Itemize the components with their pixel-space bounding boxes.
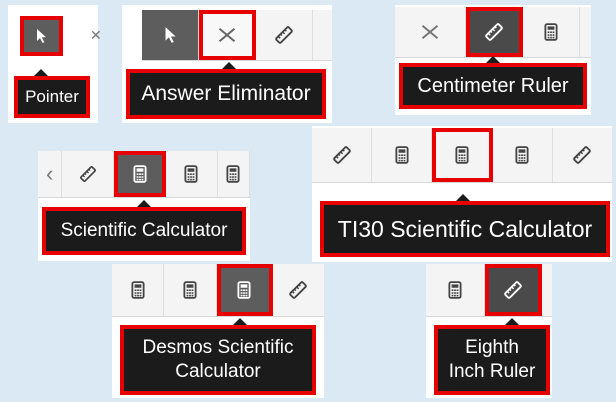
toolbar [395, 7, 591, 58]
calculator-icon [235, 281, 253, 299]
calculator-icon [393, 146, 411, 164]
toolbar [426, 264, 552, 317]
calculator-icon [129, 281, 147, 299]
centimeter-panel: Centimeter Ruler [395, 5, 591, 115]
eighth-tooltip: Eighth Inch Ruler [434, 325, 550, 395]
ti30-panel: TI30 Scientific Calculator [312, 126, 612, 262]
eliminator-panel: Answer Eliminator [122, 5, 332, 123]
ti30-tooltip: TI30 Scientific Calculator [320, 201, 610, 257]
calculator-icon [131, 165, 149, 183]
eighth-tooltip-line1: Eighth [465, 337, 519, 359]
ti30-tooltip-text: TI30 Scientific Calculator [337, 215, 593, 242]
calculator-icon [513, 146, 531, 164]
ruler-icon [484, 22, 504, 42]
calculator-button[interactable] [523, 7, 580, 57]
toolbar [312, 128, 612, 183]
partial-arrow: ‹ [38, 151, 63, 197]
toolbar: ✕ [8, 13, 102, 59]
calculator-button[interactable] [372, 128, 433, 182]
close-icon [217, 25, 237, 45]
calculator-button[interactable] [426, 264, 485, 316]
ruler-button[interactable] [273, 264, 324, 316]
ruler-icon [288, 280, 308, 300]
pointer-button[interactable] [20, 16, 63, 56]
ruler-icon [503, 280, 523, 300]
centimeter-tooltip-text: Centimeter Ruler [417, 74, 569, 97]
toolbar [112, 264, 324, 317]
scientific-panel: ‹ Scientific Calculator [38, 151, 251, 261]
calculator-icon [542, 23, 560, 41]
calculator-icon [446, 281, 464, 299]
partial-close-icon: ✕ [90, 27, 102, 43]
calculator-icon [182, 165, 200, 183]
calculator-button[interactable] [166, 151, 218, 197]
scientific-tooltip: Scientific Calculator [42, 207, 246, 255]
desmos-tooltip: Desmos Scientific Calculator [120, 325, 316, 395]
pointer-icon [161, 26, 179, 44]
close-icon [420, 22, 440, 42]
ruler-button[interactable] [256, 10, 313, 60]
pointer-tooltip-text: Pointer [25, 87, 79, 107]
ti30-calculator-button[interactable] [432, 128, 493, 182]
desmos-calculator-button[interactable] [216, 264, 273, 316]
pointer-icon [33, 28, 49, 44]
pointer-button[interactable] [142, 10, 199, 60]
ruler-icon [332, 145, 352, 165]
ruler-icon [274, 25, 294, 45]
pointer-panel: ✕ Pointer [8, 5, 102, 123]
calculator-button[interactable] [112, 264, 165, 316]
ruler-button[interactable] [62, 151, 115, 197]
centimeter-ruler-button[interactable] [466, 7, 523, 57]
calculator-button[interactable] [493, 128, 553, 182]
eighth-inch-ruler-button[interactable] [485, 264, 542, 316]
ruler-button[interactable] [553, 128, 612, 182]
calculator-icon [453, 146, 471, 164]
calculator-icon [224, 165, 242, 183]
ruler-icon [79, 165, 97, 183]
toolbar: ‹ [38, 151, 251, 198]
desmos-tooltip-line2: Calculator [175, 361, 261, 382]
eighth-panel: Eighth Inch Ruler [426, 264, 552, 398]
eliminator-tooltip: Answer Eliminator [126, 69, 326, 119]
pointer-tooltip: Pointer [14, 76, 90, 118]
eliminator-tooltip-text: Answer Eliminator [141, 81, 311, 105]
scientific-calculator-button[interactable] [114, 151, 166, 197]
desmos-panel: Desmos Scientific Calculator [112, 264, 324, 398]
eighth-tooltip-line2: Inch Ruler [448, 361, 536, 382]
answer-eliminator-button[interactable] [199, 10, 256, 60]
ruler-icon [572, 145, 592, 165]
calculator-button[interactable] [218, 151, 251, 197]
centimeter-tooltip: Centimeter Ruler [399, 63, 587, 109]
ruler-button[interactable] [312, 128, 373, 182]
scientific-tooltip-text: Scientific Calculator [60, 220, 228, 242]
close-button[interactable] [395, 7, 466, 57]
calculator-button[interactable] [164, 264, 217, 316]
toolbar [142, 10, 332, 61]
desmos-tooltip-line1: Desmos Scientific [142, 337, 294, 359]
calculator-icon [181, 281, 199, 299]
